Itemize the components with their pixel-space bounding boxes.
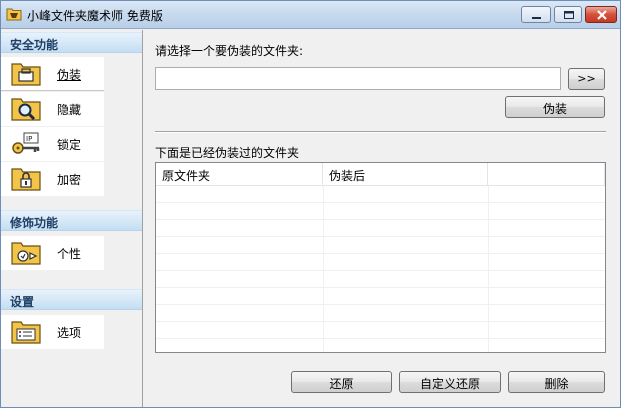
- sidebar-item-hide[interactable]: 隐藏: [1, 92, 104, 126]
- window-title: 小峰文件夹魔术师 免费版: [27, 9, 163, 23]
- maximize-button[interactable]: [554, 6, 582, 23]
- folder-options-icon: [11, 321, 41, 344]
- disguised-folders-table[interactable]: 原文件夹 伪装后: [155, 162, 606, 353]
- delete-button[interactable]: 删除: [508, 371, 605, 393]
- table-body: [156, 186, 605, 352]
- table-row[interactable]: [156, 288, 605, 305]
- sidebar-item-label: 锁定: [57, 138, 82, 152]
- folder-magic-app-icon: [6, 8, 22, 21]
- table-row[interactable]: [156, 254, 605, 271]
- folder-personalize-icon: [11, 242, 41, 265]
- table-row[interactable]: [156, 203, 605, 220]
- key-icon: IP: [12, 132, 40, 154]
- section-header-decoration[interactable]: 修饰功能: [1, 210, 142, 231]
- table-row[interactable]: [156, 271, 605, 288]
- restore-button[interactable]: 还原: [291, 371, 392, 393]
- sidebar-item-label: 隐藏: [57, 103, 82, 117]
- sidebar-item-label: 选项: [57, 326, 82, 340]
- minimize-icon: [532, 17, 541, 19]
- sidebar: 安全功能 伪装 隐藏 IP 锁定 加密 修饰功能 个性 设置 选项: [1, 30, 143, 407]
- disguise-button[interactable]: 伪装: [505, 96, 605, 118]
- select-folder-label: 请选择一个要伪装的文件夹:: [155, 44, 304, 58]
- sidebar-item-encrypt[interactable]: 加密: [1, 162, 104, 196]
- title-bar[interactable]: 小峰文件夹魔术师 免费版: [1, 1, 620, 29]
- section-header-settings[interactable]: 设置: [1, 289, 142, 310]
- svg-text:IP: IP: [26, 135, 32, 143]
- maximize-icon: [564, 11, 574, 19]
- sidebar-item-disguise[interactable]: 伪装: [1, 57, 104, 91]
- folder-path-input[interactable]: [155, 67, 561, 90]
- table-row[interactable]: [156, 237, 605, 254]
- sidebar-item-lock[interactable]: IP 锁定: [1, 127, 104, 161]
- folder-disguise-icon: [11, 63, 41, 86]
- browse-button[interactable]: >>: [568, 68, 605, 90]
- table-row[interactable]: [156, 220, 605, 237]
- disguised-list-label: 下面是已经伪装过的文件夹: [155, 146, 300, 160]
- column-header-disguised[interactable]: 伪装后: [323, 163, 488, 186]
- separator: [155, 131, 606, 133]
- folder-lock-icon: [11, 168, 41, 191]
- sidebar-item-personalize[interactable]: 个性: [1, 236, 104, 270]
- minimize-button[interactable]: [521, 6, 551, 23]
- custom-restore-button[interactable]: 自定义还原: [399, 371, 501, 393]
- folder-search-icon: [11, 98, 41, 121]
- disguise-panel: 请选择一个要伪装的文件夹: >> 伪装 下面是已经伪装过的文件夹 原文件夹 伪装…: [144, 30, 620, 407]
- app-window: 小峰文件夹魔术师 免费版 安全功能 伪装 隐藏 IP 锁定 加密 修饰功能 个性…: [0, 0, 621, 408]
- column-divider: [488, 186, 489, 352]
- column-header-original[interactable]: 原文件夹: [156, 163, 323, 186]
- table-header: 原文件夹 伪装后: [156, 163, 605, 186]
- close-icon: [597, 10, 607, 20]
- column-divider: [323, 186, 324, 352]
- close-button[interactable]: [585, 6, 617, 23]
- sidebar-item-options[interactable]: 选项: [1, 315, 104, 349]
- section-header-security[interactable]: 安全功能: [1, 32, 142, 53]
- sidebar-item-label: 加密: [57, 173, 82, 187]
- table-row[interactable]: [156, 322, 605, 339]
- sidebar-item-label: 个性: [57, 247, 82, 261]
- table-row[interactable]: [156, 305, 605, 322]
- sidebar-item-label: 伪装: [57, 68, 82, 82]
- table-row[interactable]: [156, 186, 605, 203]
- column-header-filler[interactable]: [488, 163, 605, 186]
